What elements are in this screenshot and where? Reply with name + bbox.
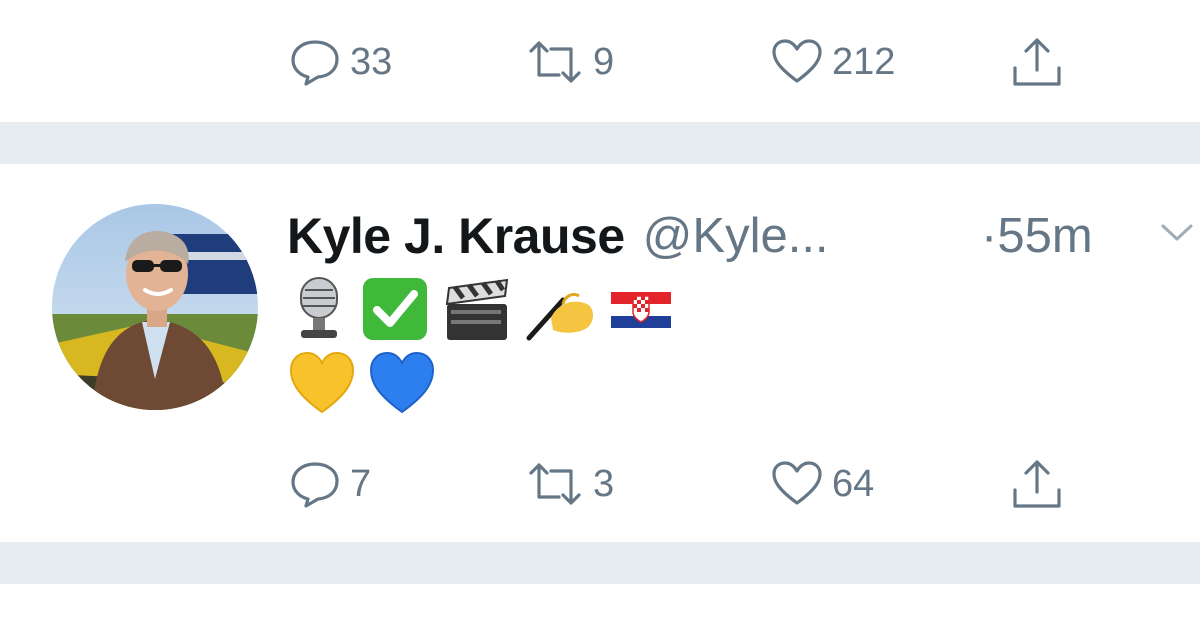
- retweet-icon: [529, 463, 581, 505]
- tweet-actions: 7 3 64: [0, 454, 1200, 514]
- retweet-count: 9: [593, 41, 615, 83]
- reply-button[interactable]: 33: [288, 32, 392, 92]
- reply-icon: [291, 462, 339, 508]
- tweet-separator: [0, 542, 1200, 584]
- next-tweet: [0, 584, 1200, 630]
- writing-hand-icon: [526, 292, 593, 341]
- tweet-text: [287, 272, 987, 420]
- previous-tweet: 33 9 212: [0, 0, 1200, 122]
- emoji-line-1: [287, 272, 987, 346]
- share-icon: [1013, 38, 1061, 86]
- retweet-button[interactable]: 9: [525, 32, 614, 92]
- check-mark-button-icon: [363, 278, 427, 340]
- tweet-header: Kyle J. Krause @Kyle... ·55m: [287, 206, 1193, 266]
- clapper-board-icon: [445, 278, 509, 340]
- avatar[interactable]: [52, 204, 258, 410]
- like-count: 212: [832, 41, 896, 83]
- reply-button[interactable]: 7: [288, 454, 371, 514]
- tweet[interactable]: Kyle J. Krause @Kyle... ·55m 7 3 64: [0, 164, 1200, 542]
- like-count: 64: [832, 463, 875, 505]
- profile-photo: [52, 204, 258, 410]
- tweet-separator: [0, 122, 1200, 164]
- blue-heart-icon: [369, 351, 435, 414]
- share-icon: [1013, 460, 1061, 508]
- user-handle[interactable]: @Kyle...: [643, 208, 829, 264]
- share-button[interactable]: [1010, 32, 1064, 92]
- timestamp[interactable]: ·55m: [981, 208, 1093, 264]
- reply-icon: [291, 40, 339, 86]
- reply-count: 33: [350, 41, 393, 83]
- previous-tweet-actions: 33 9 212: [0, 32, 1200, 92]
- heart-icon: [772, 461, 822, 505]
- display-name[interactable]: Kyle J. Krause: [287, 207, 625, 265]
- share-button[interactable]: [1010, 454, 1064, 514]
- like-button[interactable]: 212: [770, 32, 895, 92]
- emoji-line-2: [287, 346, 987, 420]
- retweet-icon: [529, 41, 581, 83]
- heart-icon: [772, 39, 822, 83]
- yellow-heart-icon: [289, 351, 355, 414]
- retweet-count: 3: [593, 463, 615, 505]
- reply-count: 7: [350, 463, 372, 505]
- like-button[interactable]: 64: [770, 454, 874, 514]
- chevron-down-icon[interactable]: [1159, 220, 1195, 244]
- flag-croatia-icon: [611, 292, 671, 328]
- studio-microphone-icon: [300, 277, 338, 338]
- retweet-button[interactable]: 3: [525, 454, 614, 514]
- timeline: 33 9 212 Kyle J. Krause @Kyle... ·55m 7 …: [0, 0, 1200, 630]
